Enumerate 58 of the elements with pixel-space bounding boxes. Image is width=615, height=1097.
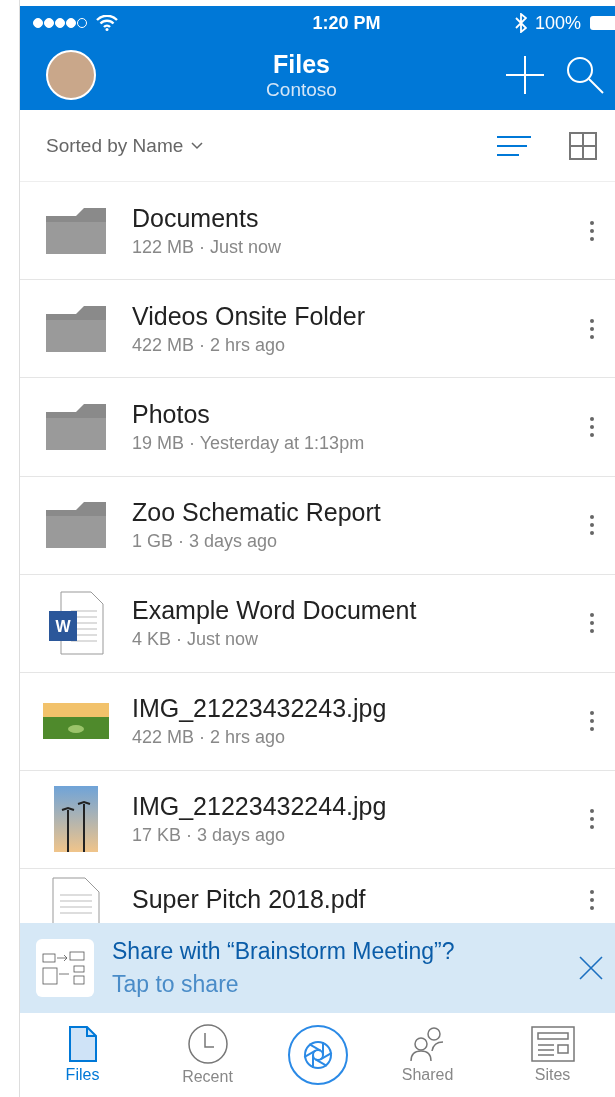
- more-options-button[interactable]: [589, 808, 595, 831]
- more-options-button[interactable]: [589, 415, 595, 438]
- more-options-button[interactable]: [589, 888, 595, 911]
- share-title: Share with “Brainstorm Meeting”?: [112, 937, 456, 965]
- file-name[interactable]: Example Word Document: [132, 596, 589, 626]
- list-view-button[interactable]: [497, 134, 531, 157]
- more-options-button[interactable]: [589, 514, 595, 537]
- file-name[interactable]: Zoo Schematic Report: [132, 498, 589, 528]
- file-name[interactable]: Documents: [132, 203, 589, 233]
- folder-icon: [46, 502, 106, 549]
- clock-icon: [187, 1023, 228, 1064]
- wifi-icon: [96, 15, 118, 31]
- grid-view-button[interactable]: [569, 131, 597, 160]
- file-details: 17 KB · 3 days ago: [132, 825, 287, 847]
- file-details: 19 MB · Yesterday at 1:13pm: [132, 432, 366, 454]
- file-name[interactable]: Photos: [132, 399, 589, 429]
- photo-placeholder: [43, 703, 109, 740]
- tab-button[interactable]: Sites: [507, 1025, 598, 1084]
- sort-dropdown[interactable]: Sorted by Name: [46, 134, 459, 157]
- people-icon: [409, 1025, 446, 1062]
- file-details: 1 GB · 3 days ago: [132, 531, 279, 553]
- shutter-icon: [302, 1039, 333, 1070]
- file-details: 422 MB · 2 hrs ago: [132, 727, 287, 749]
- avatar[interactable]: [46, 50, 96, 100]
- more-options-button[interactable]: [589, 612, 595, 635]
- file-name[interactable]: Super Pitch 2018.pdf: [132, 885, 589, 915]
- file-name[interactable]: Videos Onsite Folder: [132, 301, 589, 331]
- tab-button[interactable]: Files: [37, 1025, 128, 1084]
- file-name[interactable]: IMG_21223432244.jpg: [132, 792, 589, 822]
- battery-icon: [589, 15, 615, 31]
- folder-icon: [46, 403, 106, 450]
- header-subtitle: Contoso: [266, 78, 337, 101]
- chevron-icon: [191, 141, 204, 150]
- photo-placeholder: [54, 786, 98, 853]
- file-details: 422 MB · 2 hrs ago: [132, 334, 287, 356]
- tab-button[interactable]: Shared: [382, 1025, 473, 1084]
- folder-icon: [46, 305, 106, 352]
- search-button[interactable]: [565, 55, 605, 95]
- whiteboard-thumbnail: [36, 938, 94, 997]
- battery-percentage: 100%: [534, 12, 581, 34]
- more-options-button[interactable]: [589, 317, 595, 340]
- share-subtitle: Tap to share: [112, 970, 240, 998]
- status-time: 1:20 PM: [312, 12, 381, 34]
- document-icon: [68, 1025, 97, 1062]
- file-details: 122 MB · Just now: [132, 236, 283, 258]
- webpage-icon: [530, 1025, 575, 1062]
- close-button[interactable]: [579, 955, 603, 980]
- folder-icon: [46, 207, 106, 254]
- tab-button[interactable]: Recent: [162, 1023, 253, 1086]
- header-title: Files: [273, 49, 330, 79]
- file-details: 4 KB · Just now: [132, 629, 260, 651]
- share-banner[interactable]: Share with “Brainstorm Meeting”? Tap to share: [20, 922, 615, 1013]
- file-name[interactable]: IMG_21223432243.jpg: [132, 694, 589, 724]
- bluetooth-icon: [514, 13, 527, 33]
- signal-icon: [32, 17, 88, 29]
- more-options-button[interactable]: [589, 219, 595, 242]
- add-button[interactable]: [505, 55, 545, 95]
- more-options-button[interactable]: [589, 710, 595, 733]
